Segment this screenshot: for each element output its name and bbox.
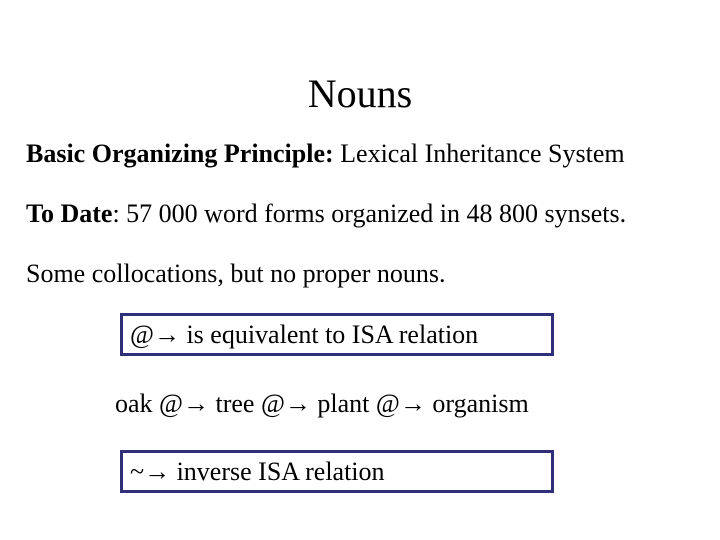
slide-title: Nouns — [307, 71, 413, 116]
chain-word: organism — [432, 389, 529, 418]
isa-definition-text: is equivalent to ISA relation — [179, 320, 479, 349]
chain-arrow: @→ — [152, 389, 216, 418]
isa-definition-box: @→ is equivalent to ISA relation — [120, 313, 554, 356]
inverse-arrow-symbol: ~→ — [130, 457, 171, 486]
to-date-label: To Date — [26, 199, 113, 228]
chain-word: tree — [215, 389, 255, 418]
chain-arrow: @→ — [369, 389, 433, 418]
principle-label: Basic Organizing Principle: — [26, 139, 334, 168]
chain-word: oak — [115, 389, 153, 418]
inverse-isa-text: inverse ISA relation — [170, 457, 385, 486]
isa-arrow-symbol: @→ — [130, 320, 180, 349]
isa-chain-example: oak @→ tree @→ plant @→ organism — [115, 389, 529, 419]
to-date-value: 57 000 word forms organized in 48 800 sy… — [119, 199, 627, 228]
to-date-line: To Date: 57 000 word forms organized in … — [26, 199, 626, 229]
collocations-line: Some collocations, but no proper nouns. — [26, 259, 446, 288]
to-date-colon: : — [112, 199, 120, 228]
inverse-isa-box: ~→ inverse ISA relation — [120, 450, 554, 493]
chain-arrow: @→ — [254, 389, 318, 418]
principle-value: Lexical Inheritance System — [333, 139, 625, 168]
principle-line: Basic Organizing Principle: Lexical Inhe… — [26, 139, 625, 169]
chain-word: plant — [317, 389, 370, 418]
